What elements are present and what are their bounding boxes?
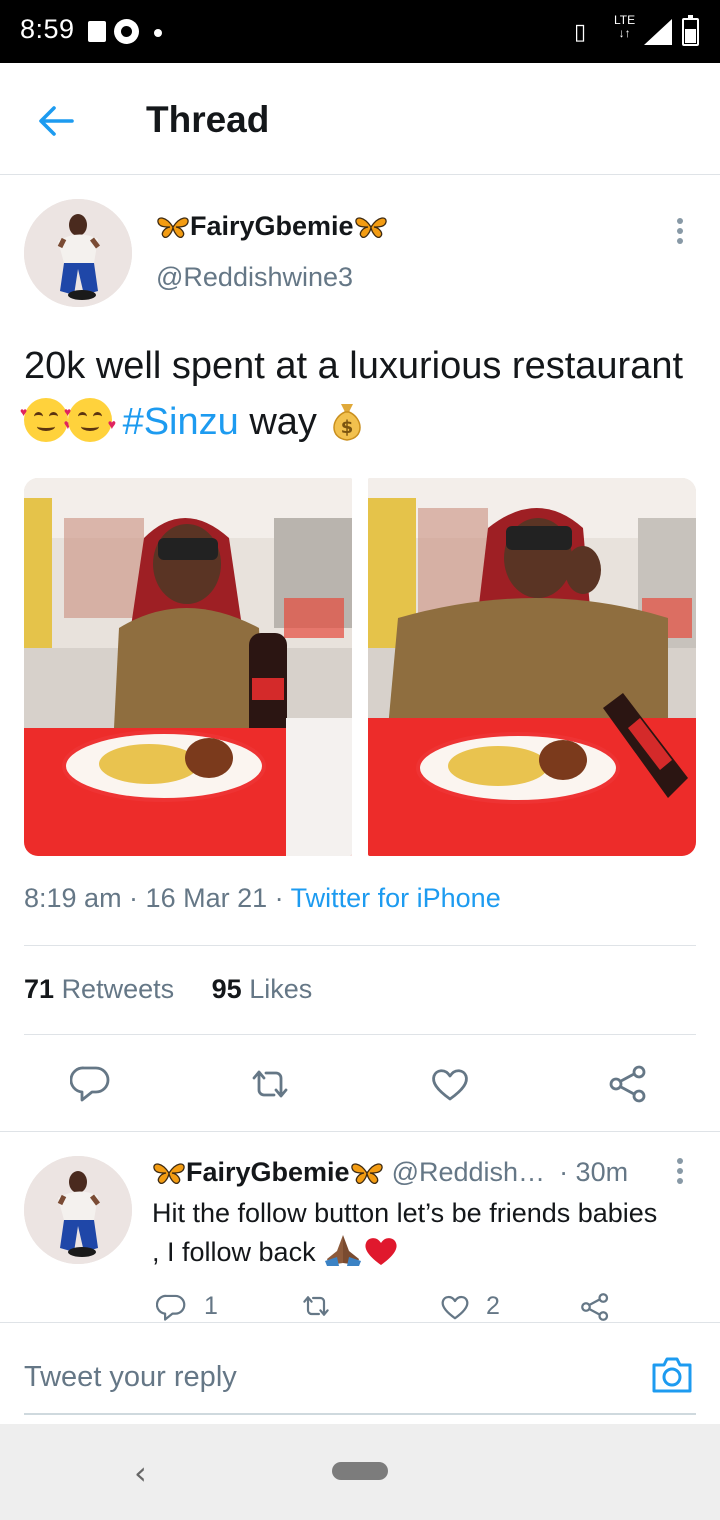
tweet-text: 20k well spent at a luxurious restaurant… [20, 338, 704, 450]
avatar-photo [24, 199, 132, 307]
reply-like-action[interactable]: 2 [440, 1292, 500, 1321]
status-bar: 8:59 ▯ LTE ↓↑ [0, 0, 720, 63]
smiling-face-with-hearts-icon: ♥♥ [20, 398, 72, 442]
tweet-text-tail: way [249, 401, 317, 443]
like-icon [441, 1295, 469, 1319]
reply-text-body: Hit the follow button let’s be friends b… [152, 1198, 658, 1267]
like-icon[interactable] [430, 1066, 470, 1102]
likes-label: Likes [249, 974, 313, 1004]
avatar-photo [24, 1156, 132, 1264]
share-icon[interactable] [608, 1064, 648, 1104]
battery-icon [682, 15, 699, 46]
butterfly-icon [157, 216, 189, 238]
svg-text:$: $ [341, 417, 354, 438]
reply-handle: @Reddish… [391, 1157, 546, 1187]
more-notifications-icon [154, 29, 162, 37]
avatar[interactable] [24, 1156, 132, 1264]
share-icon [581, 1293, 609, 1321]
reply-text: Hit the follow button let’s be friends b… [152, 1194, 672, 1272]
praying-hands-icon [325, 1235, 362, 1266]
restaurant-photo [368, 478, 696, 856]
more-options-icon[interactable] [676, 1158, 684, 1188]
thread-header: Thread [0, 63, 720, 175]
butterfly-icon [350, 1162, 383, 1184]
butterfly-icon [153, 1162, 185, 1184]
retweets-count: 71 [24, 974, 55, 1004]
tweet-timestamp: 8:19 am · 16 Mar 21 · Twitter for iPhone [24, 883, 501, 914]
money-bag-icon: $ [333, 404, 362, 441]
reply-reply-action[interactable]: 1 [156, 1292, 218, 1321]
red-heart-icon [365, 1238, 397, 1265]
nav-back-icon[interactable]: ‹ [134, 1454, 147, 1492]
tweet-stats: 71 Retweets 95 Likes [24, 974, 312, 1005]
reply-composer: Tweet your reply [0, 1322, 720, 1424]
reply-icon[interactable] [70, 1064, 110, 1102]
smiling-face-with-hearts-icon: ♥♥ [64, 398, 116, 442]
author-handle[interactable]: @Reddishwine3 [156, 262, 353, 293]
hashtag-link[interactable]: #Sinzu [123, 401, 239, 443]
home-pill[interactable] [332, 1462, 388, 1480]
sync-icon [114, 19, 139, 44]
system-nav-bar: ‹ [0, 1424, 720, 1520]
tweet-text-body: 20k well spent at a luxurious restaurant [24, 345, 684, 387]
restaurant-photo [24, 478, 352, 856]
notification-icon [88, 21, 106, 42]
retweet-icon[interactable] [248, 1066, 292, 1102]
retweet-icon [303, 1296, 329, 1316]
input-underline [24, 1413, 696, 1415]
page-title: Thread [146, 99, 270, 140]
divider [24, 945, 696, 946]
divider [24, 1034, 696, 1035]
reply-count: 1 [204, 1292, 218, 1320]
likes-count: 95 [211, 974, 242, 1004]
reply-time: · 30m [559, 1157, 629, 1187]
retweets-label: Retweets [61, 974, 175, 1004]
author-name[interactable]: FairyGbemie [156, 211, 388, 242]
avatar[interactable] [24, 199, 132, 307]
status-time: 8:59 [20, 14, 75, 44]
reply-author-name: FairyGbemie [186, 1157, 350, 1187]
reply-icon [156, 1294, 186, 1321]
timestamp-text: 8:19 am · 16 Mar 21 · [24, 883, 291, 913]
reply-header[interactable]: FairyGbemie @Reddish… · 30m [152, 1157, 628, 1188]
reply-input[interactable]: Tweet your reply [24, 1361, 237, 1394]
back-arrow-icon[interactable] [36, 101, 76, 141]
reply-like-count: 2 [486, 1292, 500, 1320]
vibrate-icon: ▯ [574, 20, 587, 45]
divider [0, 1131, 720, 1132]
reply-retweet-action[interactable] [300, 1292, 346, 1320]
camera-icon[interactable] [650, 1355, 694, 1395]
tweet-source-link[interactable]: Twitter for iPhone [291, 883, 501, 913]
signal-icon [644, 19, 672, 45]
retweets-stat[interactable]: 71 Retweets [24, 974, 174, 1004]
tweet-photo[interactable] [368, 478, 696, 856]
reply-share-action[interactable] [580, 1292, 610, 1322]
likes-stat[interactable]: 95 Likes [212, 974, 313, 1004]
tweet-photo[interactable] [24, 478, 352, 856]
author-name-text: FairyGbemie [190, 211, 354, 241]
more-options-icon[interactable] [676, 218, 684, 248]
network-type: LTE ↓↑ [614, 13, 636, 40]
butterfly-icon [354, 216, 387, 238]
